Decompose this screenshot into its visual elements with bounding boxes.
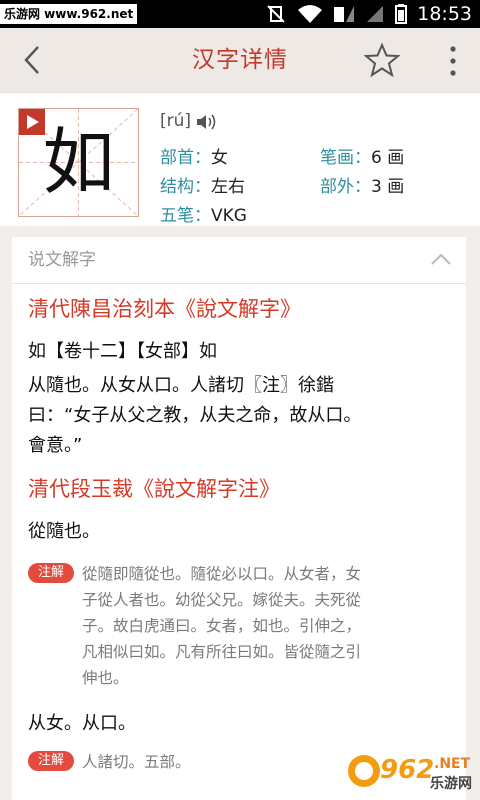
shuowen-card-header[interactable]: 说文解字 — [12, 237, 466, 284]
character-grid-box[interactable]: 如 — [18, 108, 139, 217]
section-title-duan: 清代段玉裁《說文解字注》 — [28, 477, 280, 501]
character-info-panel: 如 [rú] 部首：女 笔画：6 画 结构：左右 部外：3 画 五笔：VKG — [0, 93, 480, 226]
play-icon — [27, 115, 39, 129]
site-logo-watermark: 962 .NET 乐游网 — [348, 755, 472, 792]
wifi-icon — [298, 5, 323, 23]
svg-text:.NET: .NET — [434, 756, 471, 772]
wubi-value: VKG — [211, 206, 247, 226]
annotation-line: 伸也。 — [82, 669, 129, 687]
star-outline-icon[interactable] — [364, 42, 400, 78]
card-title: 说文解字 — [28, 250, 96, 270]
outside-radical-value: 3 画 — [371, 177, 405, 197]
annotation-line: 人諸切。五部。 — [82, 753, 191, 771]
annotation-line: 凡相似曰如。凡有所往曰如。皆從隨之引 — [82, 643, 362, 661]
site-watermark-badge: 乐游网 www.962.net — [0, 4, 138, 24]
vibrate-off-icon — [267, 5, 285, 23]
stroke-count-value: 6 画 — [371, 148, 405, 168]
annotation-line: 從隨即隨從也。隨從必以口。从女者，女 — [82, 565, 362, 583]
text-line: 如【卷十二】【女部】如 — [28, 341, 217, 362]
more-vertical-icon[interactable] — [446, 44, 460, 78]
shuowen-card: 说文解字 清代陳昌治刻本《說文解字》 如【卷十二】【女部】如 从隨也。从女从口。… — [12, 237, 466, 800]
radical-label: 部首： — [160, 148, 211, 168]
stroke-count-label: 笔画： — [320, 148, 371, 168]
svg-text:962: 962 — [380, 755, 434, 785]
wubi-label: 五笔： — [160, 206, 211, 226]
annotation-badge: 注解 — [28, 751, 74, 771]
structure-row: 结构：左右 — [160, 172, 245, 197]
wubi-row: 五笔：VKG — [160, 201, 247, 226]
battery-icon — [395, 4, 408, 24]
app-bar: 汉字详情 — [0, 28, 480, 93]
annotation-line: 子。故白虎通曰。女者，如也。引伸之， — [82, 617, 362, 635]
text-line: 從隨也。 — [28, 521, 100, 542]
signal-2-icon — [367, 6, 384, 22]
speaker-icon[interactable] — [196, 113, 218, 131]
section-title-chen: 清代陳昌治刻本《說文解字》 — [28, 297, 301, 321]
radical-row: 部首：女 — [160, 143, 228, 168]
stroke-count-row: 笔画：6 画 — [320, 143, 404, 168]
text-line: 會意。” — [28, 435, 83, 456]
annotation-badge: 注解 — [28, 563, 74, 583]
status-bar: 乐游网 www.962.net 18:53 — [0, 0, 480, 28]
radical-value: 女 — [211, 148, 228, 168]
play-stroke-button[interactable] — [19, 109, 45, 135]
signal-icon — [334, 6, 355, 22]
text-line: 从隨也。从女从口。人諸切〖注〗徐鍇 — [28, 375, 334, 396]
text-line: 从女。从口。 — [28, 713, 136, 734]
page-title: 汉字详情 — [192, 47, 288, 73]
outside-radical-row: 部外：3 画 — [320, 172, 404, 197]
outside-radical-label: 部外： — [320, 177, 371, 197]
chevron-up-icon[interactable] — [430, 252, 452, 266]
pinyin: [rú] — [160, 111, 192, 131]
annotation-line: 子從人者也。幼從父兄。嫁從夫。夫死從 — [82, 591, 362, 609]
text-line: 曰：“女子从父之教，从夫之命，故从口。 — [28, 405, 362, 426]
clock: 18:53 — [417, 3, 472, 25]
svg-text:乐游网: 乐游网 — [430, 775, 472, 792]
structure-label: 结构： — [160, 177, 211, 197]
structure-value: 左右 — [211, 177, 245, 197]
